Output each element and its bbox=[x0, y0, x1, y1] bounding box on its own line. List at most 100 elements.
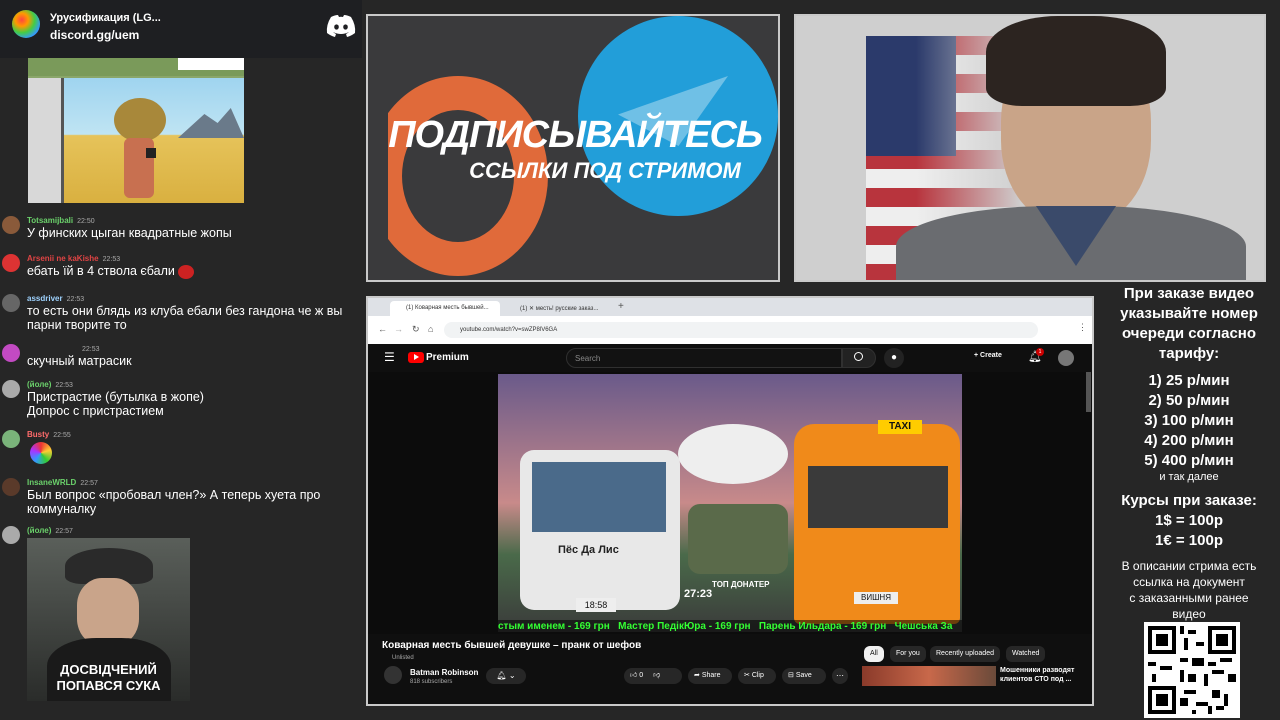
avatar bbox=[2, 526, 20, 544]
emoji-icon bbox=[30, 442, 52, 464]
chat-time: 22:53 bbox=[55, 382, 73, 389]
video-player[interactable]: Пёс Да Лис 18:58 TAXI ВИШНЯ ТОП ДОНАТЕР … bbox=[368, 372, 1092, 634]
chat-time: 22:53 bbox=[66, 296, 85, 303]
subscribe-bell-button[interactable]: 🔔︎ ⌄ bbox=[486, 668, 526, 684]
channel-name[interactable]: Batman Robinson bbox=[410, 668, 478, 677]
van-left-label: Пёс Да Лис bbox=[558, 544, 619, 556]
pricing-tier: 2) 50 р/мин bbox=[1148, 392, 1230, 409]
chat-username: Totsamijbali bbox=[27, 216, 74, 225]
pricing-intro-line: При заказе видео bbox=[1123, 285, 1255, 302]
clip-button[interactable]: ✂ Clip bbox=[738, 668, 776, 684]
rate-line: 1€ = 100р bbox=[1155, 532, 1223, 549]
pricing-tier: 4) 200 р/мин bbox=[1144, 432, 1234, 449]
recommended-title[interactable]: Мошенники разводят клиентов СТО под ... bbox=[1000, 666, 1086, 684]
avatar bbox=[2, 294, 20, 312]
chat-time: 22:55 bbox=[53, 432, 71, 439]
mic-icon[interactable]: ● bbox=[884, 348, 904, 368]
channel-avatar[interactable] bbox=[384, 666, 402, 684]
browser-window: (1) Коварная месть бывшей... (1) ✕ месть… bbox=[366, 296, 1094, 706]
emoji-icon bbox=[178, 264, 195, 279]
search-input[interactable]: Search bbox=[566, 348, 842, 368]
chat-text: скучный матрасик bbox=[27, 354, 132, 368]
unlisted-badge: Unlisted bbox=[392, 655, 414, 661]
pricing-intro-line: тарифу: bbox=[1158, 345, 1220, 362]
recommended-thumbnail[interactable] bbox=[862, 666, 996, 686]
more-actions-button[interactable]: ⋯ bbox=[832, 668, 848, 684]
chat-meme-image: ДОСВІДЧЕНИЙ ПОПАВСЯ СУКА bbox=[27, 538, 190, 701]
top-donator-label: ТОП ДОНАТЕР bbox=[712, 580, 770, 589]
address-bar-row: ← → ↻ ⌂ youtube.com/watch?v=swZP8lV6GA ⋮ bbox=[368, 316, 1092, 344]
avatar bbox=[2, 430, 20, 448]
meme-caption-line2: ПОПАВСЯ СУКА bbox=[56, 678, 161, 693]
browser-tab-active[interactable]: (1) Коварная месть бывшей... bbox=[390, 301, 500, 316]
chat-text: У финских цыган квадратные жопы bbox=[27, 226, 232, 240]
video-frame: Пёс Да Лис 18:58 TAXI ВИШНЯ ТОП ДОНАТЕР … bbox=[498, 374, 962, 632]
chat-username: (йоле) bbox=[27, 526, 52, 535]
chip-all[interactable]: All bbox=[864, 646, 884, 662]
server-icon bbox=[12, 10, 40, 38]
browser-tab[interactable]: (1) ✕ месть! русские заказ... bbox=[504, 301, 614, 316]
menu-icon[interactable]: ☰ bbox=[384, 350, 395, 364]
chat-text: Пристрастие (бутылка в жопе) Допрос с пр… bbox=[27, 390, 204, 418]
chat-text: ебать їй в 4 ствола єбали bbox=[27, 264, 357, 279]
promo-banner: ПОДПИСЫВАЙТЕСЬ ССЫЛКИ ПОД СТРИМОМ bbox=[366, 14, 780, 282]
avatar bbox=[2, 478, 20, 496]
chat-time: 22:53 bbox=[102, 256, 121, 263]
chip-watched[interactable]: Watched bbox=[1006, 646, 1046, 662]
back-icon[interactable]: ← bbox=[378, 324, 387, 334]
note-line: видео bbox=[1172, 607, 1206, 621]
chat-username: Arsenii ne kaKishe bbox=[27, 254, 99, 263]
avatar[interactable] bbox=[1058, 350, 1074, 366]
chat-username: assdriver bbox=[27, 294, 63, 303]
like-button[interactable]: 👍︎ 0 👎︎ bbox=[624, 668, 682, 684]
note-line: В описании стрима есть bbox=[1121, 559, 1257, 573]
pricing-etc: и так далее bbox=[1159, 471, 1219, 483]
youtube-header: ☰ Premium Search ● + Create 🔔︎ 1 bbox=[368, 344, 1092, 372]
chat-text: то есть они блядь из клуба ебали без ган… bbox=[27, 304, 343, 332]
chat-overlay: Totsamijbali 22:50 У финских цыган квадра… bbox=[0, 58, 362, 720]
new-tab-icon[interactable]: + bbox=[618, 301, 624, 312]
time-badge: 18:58 bbox=[576, 598, 616, 612]
discord-logo-icon bbox=[326, 15, 356, 37]
url-input[interactable]: youtube.com/watch?v=swZP8lV6GA bbox=[444, 322, 1038, 338]
tab-bar: (1) Коварная месть бывшей... (1) ✕ месть… bbox=[368, 298, 1092, 316]
meme-caption-line1: ДОСВІДЧЕНИЙ bbox=[60, 662, 157, 677]
youtube-logo-text: Premium bbox=[426, 352, 469, 363]
home-icon[interactable]: ⌂ bbox=[428, 324, 433, 334]
pricing-tier: 5) 400 р/мин bbox=[1144, 452, 1234, 469]
notification-badge: 1 bbox=[1036, 348, 1044, 356]
chat-text: Был вопрос «пробовал член?» А теперь хуе… bbox=[27, 488, 321, 516]
create-button[interactable]: + Create bbox=[974, 352, 1002, 359]
van-right-plate: ВИШНЯ bbox=[854, 592, 898, 604]
chip-recently-uploaded[interactable]: Recently uploaded bbox=[930, 646, 1000, 662]
rate-line: 1$ = 100р bbox=[1155, 512, 1223, 529]
donation-ticker: стым именем - 169 грн Мастер ПедікЮра - … bbox=[498, 620, 962, 632]
pricing-intro-line: указывайте номер bbox=[1120, 305, 1258, 322]
avatar bbox=[2, 216, 20, 234]
chat-username: Busty bbox=[27, 430, 50, 439]
chat-time: 22:53 bbox=[82, 346, 100, 353]
note-line: с заказанными ранее bbox=[1129, 591, 1249, 605]
forward-icon[interactable]: → bbox=[394, 324, 403, 334]
chat-time: 22:57 bbox=[55, 528, 73, 535]
subscriber-count: 818 subscribers bbox=[410, 679, 453, 685]
video-title: Коварная месть бывшей девушке – пранк от… bbox=[382, 640, 642, 651]
chat-image-attachment bbox=[28, 58, 244, 203]
reload-icon[interactable]: ↻ bbox=[412, 324, 420, 335]
share-button[interactable]: ➦ Share bbox=[688, 668, 732, 684]
browser-menu-icon[interactable]: ⋮ bbox=[1078, 322, 1087, 333]
avatar bbox=[2, 344, 20, 362]
chat-time: 22:50 bbox=[77, 218, 95, 225]
avatar bbox=[2, 254, 20, 272]
server-invite[interactable]: discord.gg/uem bbox=[50, 28, 139, 42]
taxi-sign: TAXI bbox=[878, 420, 922, 434]
qr-code bbox=[1144, 622, 1240, 718]
save-button[interactable]: ⊟ Save bbox=[782, 668, 826, 684]
video-duration: 27:23 bbox=[684, 588, 713, 600]
discord-header: Урусификация (LG... discord.gg/uem bbox=[0, 0, 362, 58]
note-line: ссылка на документ bbox=[1133, 575, 1245, 589]
scrollbar[interactable] bbox=[1086, 372, 1091, 412]
chip-for-you[interactable]: For you bbox=[890, 646, 926, 662]
pricing-tier: 3) 100 р/мин bbox=[1144, 412, 1234, 429]
pricing-info: При заказе видео указывайте номер очеред… bbox=[1098, 282, 1280, 720]
